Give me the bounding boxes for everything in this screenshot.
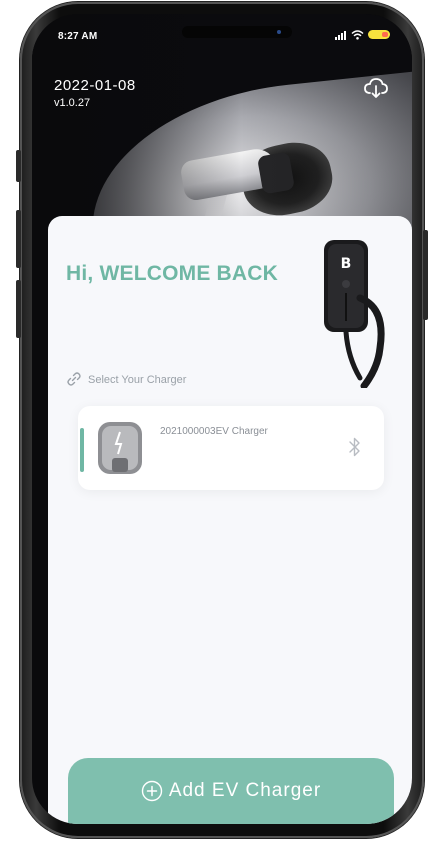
svg-text:B: B [341, 256, 352, 272]
wifi-icon [351, 29, 364, 40]
phone-side-button-left [16, 150, 21, 182]
phone-side-button-left [16, 210, 21, 268]
status-bar: 8:27 AM [32, 14, 412, 58]
build-date: 2022-01-08 [54, 77, 136, 94]
charger-device-image: B [324, 240, 385, 388]
signal-icon [335, 29, 347, 40]
add-ev-charger-label: Add EV Charger [168, 780, 322, 801]
phone-side-button-left [16, 280, 21, 338]
charger-list-item[interactable]: 2021000003EV Charger [78, 406, 384, 490]
app-version: v1.0.27 [54, 97, 91, 109]
status-icons [335, 29, 390, 40]
notch [182, 26, 292, 38]
charger-name: 2021000003EV Charger [160, 426, 268, 437]
link-icon [67, 372, 81, 386]
main-card: Hi, WELCOME BACK B Select Your Charger 2… [48, 216, 412, 824]
app-screenshot: 8:27 AM 2022-01-08 v1.0.27 Hi, WELCOME B… [0, 0, 444, 842]
select-charger-label: Select Your Charger [88, 374, 187, 386]
cloud-download-icon[interactable] [362, 74, 390, 102]
bluetooth-icon [349, 437, 360, 457]
selected-indicator [80, 428, 84, 472]
add-ev-charger-button[interactable]: Add EV Charger [68, 758, 394, 824]
welcome-title: Hi, WELCOME BACK [66, 262, 279, 285]
camera-dot [277, 30, 281, 34]
status-time: 8:27 AM [58, 31, 98, 42]
charger-thumbnail-icon [98, 422, 142, 474]
plus-circle-icon [141, 780, 163, 802]
phone-side-button-right [423, 230, 428, 320]
phone-screen: 8:27 AM 2022-01-08 v1.0.27 Hi, WELCOME B… [32, 14, 412, 824]
battery-icon [368, 30, 390, 39]
